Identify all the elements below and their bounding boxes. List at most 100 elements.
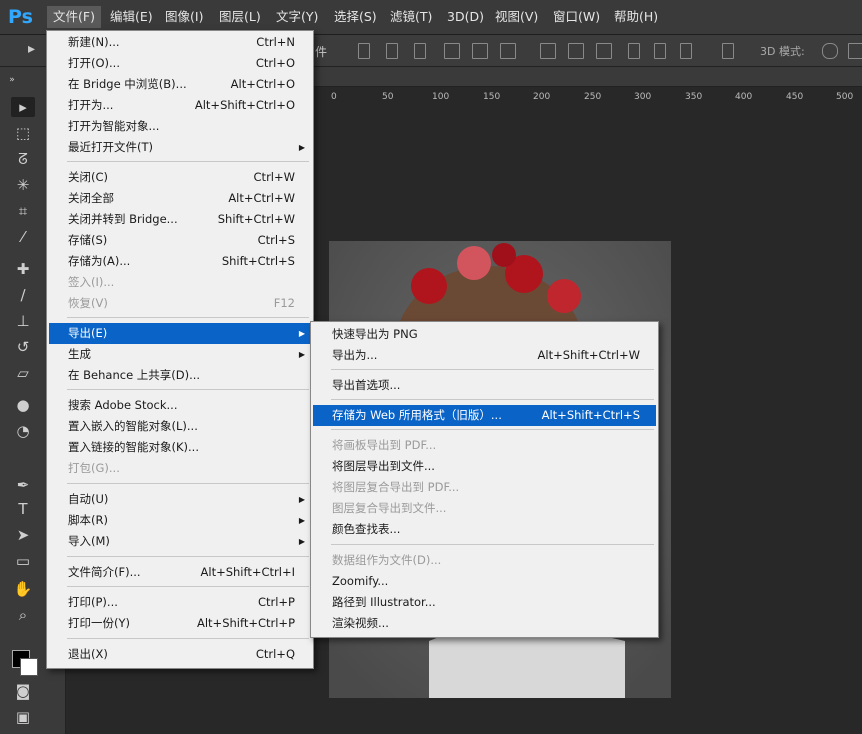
healing-brush-tool-icon[interactable]: ✚ bbox=[11, 259, 35, 279]
path-selection-tool-icon[interactable]: ➤ bbox=[11, 525, 35, 545]
type-tool-icon[interactable]: T bbox=[11, 499, 35, 519]
eyedropper-tool-icon[interactable]: ⁄ bbox=[11, 227, 35, 247]
submenu-item-render-video[interactable]: 渲染视频... bbox=[313, 613, 656, 634]
background-color-swatch[interactable] bbox=[20, 658, 38, 676]
menu-item-close-all[interactable]: 关闭全部 Alt+Ctrl+W bbox=[49, 188, 311, 209]
menu-separator bbox=[67, 483, 309, 484]
history-brush-tool-icon[interactable]: ↺ bbox=[11, 337, 35, 357]
submenu-item-export-prefs[interactable]: 导出首选项... bbox=[313, 375, 656, 396]
options-partial-label: 件 bbox=[315, 45, 328, 59]
menu-item-open[interactable]: 打开(O)... Ctrl+O bbox=[49, 53, 311, 74]
menu-item-close-go-bridge[interactable]: 关闭并转到 Bridge... Shift+Ctrl+W bbox=[49, 209, 311, 230]
menu-window[interactable]: 窗口(W) bbox=[547, 6, 606, 28]
eraser-tool-icon[interactable]: ▱ bbox=[11, 363, 35, 383]
menu-item-place-linked[interactable]: 置入链接的智能对象(K)... bbox=[49, 437, 311, 458]
align-vcenter-icon[interactable] bbox=[386, 43, 398, 59]
3d-roll-icon[interactable] bbox=[848, 43, 862, 59]
lasso-tool-icon[interactable]: ᘔ bbox=[11, 149, 35, 169]
panel-collapse-icon[interactable]: » bbox=[6, 70, 18, 90]
menu-separator bbox=[67, 317, 309, 318]
align-bottom-icon[interactable] bbox=[414, 43, 426, 59]
photoshop-logo: Ps bbox=[8, 6, 33, 28]
submenu-item-layers-to-files[interactable]: 将图层导出到文件... bbox=[313, 456, 656, 477]
menu-item-print[interactable]: 打印(P)... Ctrl+P bbox=[49, 592, 311, 613]
distribute-hcenter-icon[interactable] bbox=[654, 43, 666, 59]
ruler-tick-label: 300 bbox=[634, 92, 652, 102]
brush-tool-icon[interactable]: ∕ bbox=[11, 285, 35, 305]
pen-tool-icon[interactable]: ✒ bbox=[11, 475, 35, 495]
ruler-tick-label: 450 bbox=[786, 92, 804, 102]
menu-item-place-embedded[interactable]: 置入嵌入的智能对象(L)... bbox=[49, 416, 311, 437]
blur-tool-icon[interactable]: ● bbox=[11, 395, 35, 415]
menu-item-open-smart-object[interactable]: 打开为智能对象... bbox=[49, 116, 311, 137]
menu-item-browse-bridge[interactable]: 在 Bridge 中浏览(B)... Alt+Ctrl+O bbox=[49, 74, 311, 95]
menu-item-close[interactable]: 关闭(C) Ctrl+W bbox=[49, 167, 311, 188]
align-hcenter-icon[interactable] bbox=[472, 43, 488, 59]
menu-item-save-as[interactable]: 存储为(A)... Shift+Ctrl+S bbox=[49, 251, 311, 272]
menu-item-save[interactable]: 存储(S) Ctrl+S bbox=[49, 230, 311, 251]
move-tool-preset-icon[interactable]: ▸ bbox=[28, 41, 46, 59]
submenu-item-data-sets: 数据组作为文件(D)... bbox=[332, 553, 442, 567]
submenu-item-quick-export-png[interactable]: 快速导出为 PNG bbox=[313, 324, 656, 345]
distribute-left-icon[interactable] bbox=[628, 43, 640, 59]
menu-edit[interactable]: 编辑(E) bbox=[104, 6, 159, 28]
menu-view[interactable]: 视图(V) bbox=[489, 6, 544, 28]
submenu-item-export-as[interactable]: 导出为... Alt+Shift+Ctrl+W bbox=[313, 345, 656, 366]
menu-item-recent[interactable]: 最近打开文件(T) ▶ bbox=[49, 137, 311, 158]
distribute-bottom-icon[interactable] bbox=[596, 43, 612, 59]
3d-orbit-icon[interactable] bbox=[822, 43, 838, 59]
distribute-right-icon[interactable] bbox=[680, 43, 692, 59]
menu-item-print-one[interactable]: 打印一份(Y) Alt+Shift+Ctrl+P bbox=[49, 613, 311, 634]
submenu-item-paths-to-illustrator[interactable]: 路径到 Illustrator... bbox=[313, 592, 656, 613]
zoom-tool-icon[interactable]: ⌕ bbox=[11, 605, 35, 625]
menu-item-export[interactable]: 导出(E) ▶ bbox=[49, 323, 311, 344]
submenu-item-color-lookup[interactable]: 颜色查找表... bbox=[313, 519, 656, 540]
quick-mask-icon[interactable]: ◙ bbox=[11, 681, 35, 701]
menu-layer[interactable]: 图层(L) bbox=[213, 6, 267, 28]
menu-item-file-info[interactable]: 文件简介(F)... Alt+Shift+Ctrl+I bbox=[49, 562, 311, 583]
menu-item-import[interactable]: 导入(M) ▶ bbox=[49, 531, 311, 552]
clone-stamp-tool-icon[interactable]: ⊥ bbox=[11, 311, 35, 331]
submenu-item-artboards-to-pdf: 将画板导出到 PDF... bbox=[332, 438, 437, 452]
ruler-tick-label: 400 bbox=[735, 92, 753, 102]
menu-help[interactable]: 帮助(H) bbox=[608, 6, 664, 28]
menu-separator bbox=[67, 389, 309, 390]
menu-item-generate[interactable]: 生成 ▶ bbox=[49, 344, 311, 365]
hand-tool-icon[interactable]: ✋ bbox=[11, 579, 35, 599]
menu-image[interactable]: 图像(I) bbox=[159, 6, 209, 28]
menu-3d[interactable]: 3D(D) bbox=[441, 6, 490, 28]
align-right-icon[interactable] bbox=[500, 43, 516, 59]
submenu-item-layer-comps-to-files: 图层复合导出到文件... bbox=[332, 501, 447, 515]
menu-type[interactable]: 文字(Y) bbox=[270, 6, 324, 28]
menu-file[interactable]: 文件(F) bbox=[47, 6, 101, 28]
marquee-tool-icon[interactable]: ⬚ bbox=[11, 123, 35, 143]
menu-item-automate[interactable]: 自动(U) ▶ bbox=[49, 489, 311, 510]
submenu-arrow-icon: ▶ bbox=[298, 516, 305, 525]
menu-item-open-as[interactable]: 打开为... Alt+Shift+Ctrl+O bbox=[49, 95, 311, 116]
rectangle-tool-icon[interactable]: ▭ bbox=[11, 551, 35, 571]
file-menu-dropdown: 新建(N)... Ctrl+N 打开(O)... Ctrl+O 在 Bridge 中… bbox=[46, 30, 314, 669]
distribute-vcenter-icon[interactable] bbox=[568, 43, 584, 59]
menu-item-share-behance[interactable]: 在 Behance 上共享(D)... bbox=[49, 365, 311, 386]
magic-wand-tool-icon[interactable]: ✳ bbox=[11, 175, 35, 195]
menu-item-new[interactable]: 新建(N)... Ctrl+N bbox=[49, 32, 311, 53]
tools-panel: » ▸ ⬚ ᘔ ✳ ⌗ ⁄ ✚ ∕ ⊥ ↺ ▱ ● ◔ ✒ T ➤ ▭ ✋ ⌕ … bbox=[0, 67, 47, 734]
screen-mode-icon[interactable]: ▣ bbox=[11, 707, 35, 727]
submenu-item-zoomify[interactable]: Zoomify... bbox=[313, 571, 656, 592]
menu-item-search-stock[interactable]: 搜索 Adobe Stock... bbox=[49, 395, 311, 416]
menu-separator bbox=[67, 161, 309, 162]
submenu-arrow-icon: ▶ bbox=[298, 350, 305, 359]
dodge-tool-icon[interactable]: ◔ bbox=[11, 421, 35, 441]
align-left-icon[interactable] bbox=[444, 43, 460, 59]
auto-align-icon[interactable] bbox=[722, 43, 734, 59]
submenu-item-save-for-web[interactable]: 存储为 Web 所用格式（旧版）... Alt+Shift+Ctrl+S bbox=[313, 405, 656, 426]
crop-tool-icon[interactable]: ⌗ bbox=[11, 201, 35, 221]
menu-item-exit[interactable]: 退出(X) Ctrl+Q bbox=[49, 644, 311, 665]
align-top-icon[interactable] bbox=[358, 43, 370, 59]
menu-filter[interactable]: 滤镜(T) bbox=[384, 6, 438, 28]
menu-item-scripts[interactable]: 脚本(R) ▶ bbox=[49, 510, 311, 531]
distribute-top-icon[interactable] bbox=[540, 43, 556, 59]
move-tool-icon[interactable]: ▸ bbox=[11, 97, 35, 117]
ruler-tick-label: 50 bbox=[382, 92, 394, 102]
menu-select[interactable]: 选择(S) bbox=[328, 6, 383, 28]
